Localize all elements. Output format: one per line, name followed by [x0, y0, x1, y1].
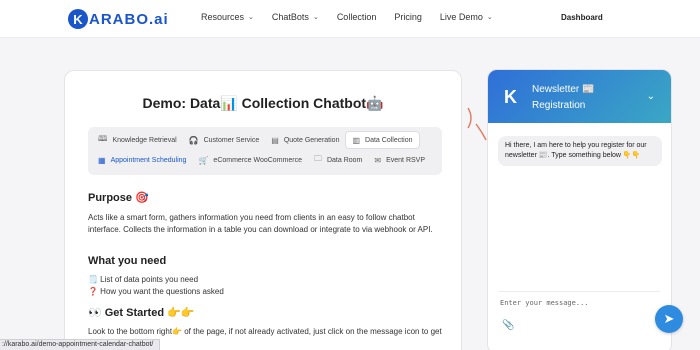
status-url: ://karabo.ai/demo-appointment-calendar-c… — [0, 339, 161, 350]
nav-item-live-demo[interactable]: Live Demo ⌄ — [440, 12, 493, 22]
top-navbar: K ARABO.ai Resources ⌄ ChatBots ⌄ Collecti… — [0, 0, 700, 38]
divider — [498, 291, 660, 292]
purpose-text: Acts like a smart form, gathers informat… — [88, 213, 433, 234]
chat-widget: K Newsletter 📰 Registration ⌄ Hi there, … — [487, 69, 672, 350]
chevron-down-icon[interactable]: ⌄ — [647, 91, 655, 102]
headset-icon: 🎧 — [188, 135, 199, 145]
page-title: Demo: Data📊 Collection Chatbot🤖 — [142, 95, 384, 111]
karabo-logo[interactable]: K ARABO.ai — [68, 8, 169, 30]
demo-tabs: 🕮 Knowledge Retrieval 🎧 Customer Service ▤… — [88, 127, 442, 175]
paperclip-icon[interactable]: 📎 — [502, 320, 514, 331]
envelope-icon: ✉ — [374, 155, 382, 165]
demo-card: Demo: Data📊 Collection Chatbot🤖 🕮 Knowled… — [64, 70, 462, 350]
nav-item-pricing[interactable]: Pricing — [394, 12, 422, 22]
need-list: 🗒️ List of data points you need ❓ How yo… — [88, 274, 448, 298]
tab-appointment-scheduling[interactable]: ▦ Appointment Scheduling — [92, 151, 192, 169]
list-item: 🗒️ List of data points you need — [88, 275, 199, 284]
tab-customer-service[interactable]: 🎧 Customer Service — [183, 131, 266, 149]
nav-item-collection[interactable]: Collection — [337, 12, 377, 22]
logo-text: ARABO.ai — [89, 10, 169, 28]
chat-title: Newsletter 📰 Registration — [532, 84, 595, 111]
send-button[interactable]: ➤ — [655, 305, 683, 333]
tab-data-room[interactable]: 🗀 Data Room — [308, 151, 368, 169]
nav-item-resources[interactable]: Resources ⌄ — [201, 12, 254, 22]
message-input[interactable]: Enter your message... — [500, 299, 589, 307]
need-heading: What you need — [88, 255, 167, 267]
main-menu: Resources ⌄ ChatBots ⌄ Collection Pricing … — [201, 12, 511, 22]
folder-icon: 🗀 — [313, 154, 322, 163]
chevron-down-icon: ⌄ — [312, 14, 319, 21]
dashboard-link[interactable]: Dashboard — [561, 13, 603, 22]
chevron-down-icon: ⌄ — [486, 14, 493, 21]
document-icon: ▤ — [271, 135, 279, 145]
calendar-icon: ▦ — [98, 155, 106, 165]
chat-logo: K — [504, 87, 517, 107]
chart-icon: ▥ — [352, 135, 361, 145]
logo-mark: K — [68, 9, 88, 29]
purpose-heading: Purpose 🎯 — [88, 192, 149, 204]
tab-knowledge-retrieval[interactable]: 🕮 Knowledge Retrieval — [92, 131, 183, 149]
tab-event-rsvp[interactable]: ✉ Event RSVP — [368, 151, 431, 169]
send-icon: ➤ — [663, 311, 675, 326]
decorative-squiggle — [467, 107, 487, 141]
cart-icon: 🛒 — [198, 155, 209, 165]
tab-ecommerce-woocommerce[interactable]: 🛒 eCommerce WooCommerce — [192, 151, 308, 169]
nav-item-chatbots[interactable]: ChatBots ⌄ — [272, 12, 319, 22]
tab-data-collection[interactable]: ▥ Data Collection — [345, 131, 420, 149]
chat-header: K Newsletter 📰 Registration ⌄ — [488, 70, 671, 123]
tab-quote-generation[interactable]: ▤ Quote Generation — [265, 131, 345, 149]
book-icon: 🕮 — [98, 134, 108, 143]
bot-message: Hi there, I am here to help you register… — [498, 136, 662, 166]
get-started-heading: 👀 Get Started 👉👉 — [88, 307, 195, 319]
list-item: ❓ How you want the questions asked — [88, 287, 224, 296]
chevron-down-icon: ⌄ — [248, 14, 254, 21]
